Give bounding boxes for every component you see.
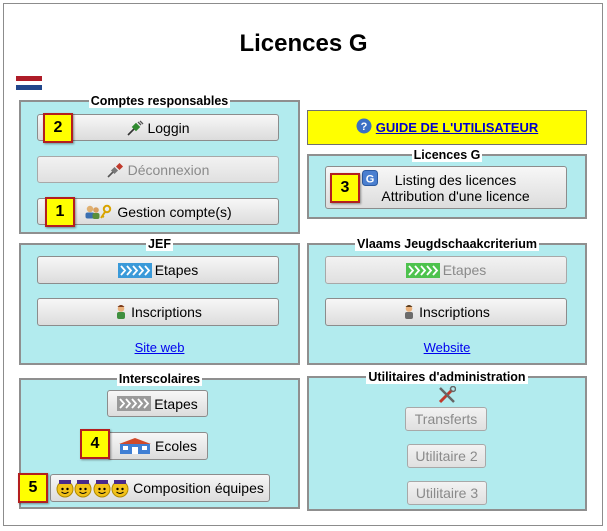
utilitaire-3-button[interactable]: Utilitaire 3 (407, 481, 487, 505)
login-label: Loggin (147, 119, 190, 136)
plug-icon (126, 120, 144, 136)
tools-icon (438, 385, 457, 404)
school-icon (118, 437, 152, 455)
unplug-icon (107, 162, 125, 178)
callout-badge: 1 (45, 197, 75, 227)
team-faces-icon (56, 478, 130, 498)
page-title: Licences G (239, 30, 368, 57)
vjk-etapes-label: Etapes (442, 262, 487, 278)
utilitaire-3-label: Utilitaire 3 (415, 485, 479, 501)
vjk-inscriptions-button[interactable]: Inscriptions (325, 298, 567, 326)
svg-text:G: G (366, 174, 375, 186)
ecoles-label: Ecoles (154, 438, 198, 454)
callout-badge: 2 (43, 113, 73, 143)
interscolaires-legend: Interscolaires (116, 372, 203, 386)
transferts-button[interactable]: Transferts (405, 407, 487, 431)
composition-button[interactable]: Composition équipes (50, 474, 270, 502)
svg-text:?: ? (360, 121, 367, 133)
utilitaire-2-label: Utilitaire 2 (415, 448, 478, 464)
callout-badge: 4 (80, 429, 110, 459)
jef-inscriptions-label: Inscriptions (131, 304, 202, 320)
dutch-flag-icon[interactable] (16, 76, 42, 90)
licences-listing-line1: Listing des licences (394, 171, 517, 188)
vjk-website-link[interactable]: Website (307, 340, 587, 355)
licences-legend: Licences G (411, 148, 483, 162)
comptes-legend: Comptes responsables (88, 94, 231, 108)
jef-etapes-button[interactable]: Etapes (37, 256, 279, 284)
child-icon (402, 304, 416, 320)
help-icon: ? (356, 118, 372, 138)
licences-listing-line2: Attribution d'une licence (381, 187, 530, 204)
jef-legend: JEF (146, 237, 173, 251)
users-key-icon (84, 204, 114, 220)
logout-label: Déconnexion (127, 161, 210, 178)
arrows-icon (405, 262, 440, 278)
arrows-icon (117, 262, 152, 278)
utilitaires-legend: Utilitaires d'administration (366, 370, 528, 384)
arrows-icon (117, 396, 152, 411)
jef-site-link[interactable]: Site web (19, 340, 300, 355)
licences-listing-button[interactable]: G Listing des licences Attribution d'une… (325, 166, 567, 209)
guide-box: ? GUIDE DE L'UTILISATEUR (307, 110, 587, 145)
child-icon (114, 304, 128, 320)
vjk-legend: Vlaams Jeugdschaakcriterium (355, 237, 539, 251)
composition-label: Composition équipes (133, 480, 264, 496)
interscolaires-etapes-label: Etapes (154, 395, 198, 412)
callout-badge: 5 (18, 473, 48, 503)
guide-link[interactable]: GUIDE DE L'UTILISATEUR (376, 120, 538, 135)
g-icon: G (362, 170, 379, 186)
interscolaires-etapes-button[interactable]: Etapes (107, 390, 208, 417)
callout-badge: 3 (330, 173, 360, 203)
vjk-inscriptions-label: Inscriptions (419, 304, 490, 320)
utilitaire-2-button[interactable]: Utilitaire 2 (407, 444, 486, 468)
logout-button[interactable]: Déconnexion (37, 156, 279, 183)
jef-etapes-label: Etapes (154, 262, 199, 278)
ecoles-button[interactable]: Ecoles (107, 432, 208, 460)
account-label: Gestion compte(s) (117, 203, 232, 220)
jef-inscriptions-button[interactable]: Inscriptions (37, 298, 279, 326)
login-button[interactable]: Loggin (37, 114, 279, 141)
transferts-label: Transferts (414, 411, 478, 427)
vjk-etapes-button[interactable]: Etapes (325, 256, 567, 284)
